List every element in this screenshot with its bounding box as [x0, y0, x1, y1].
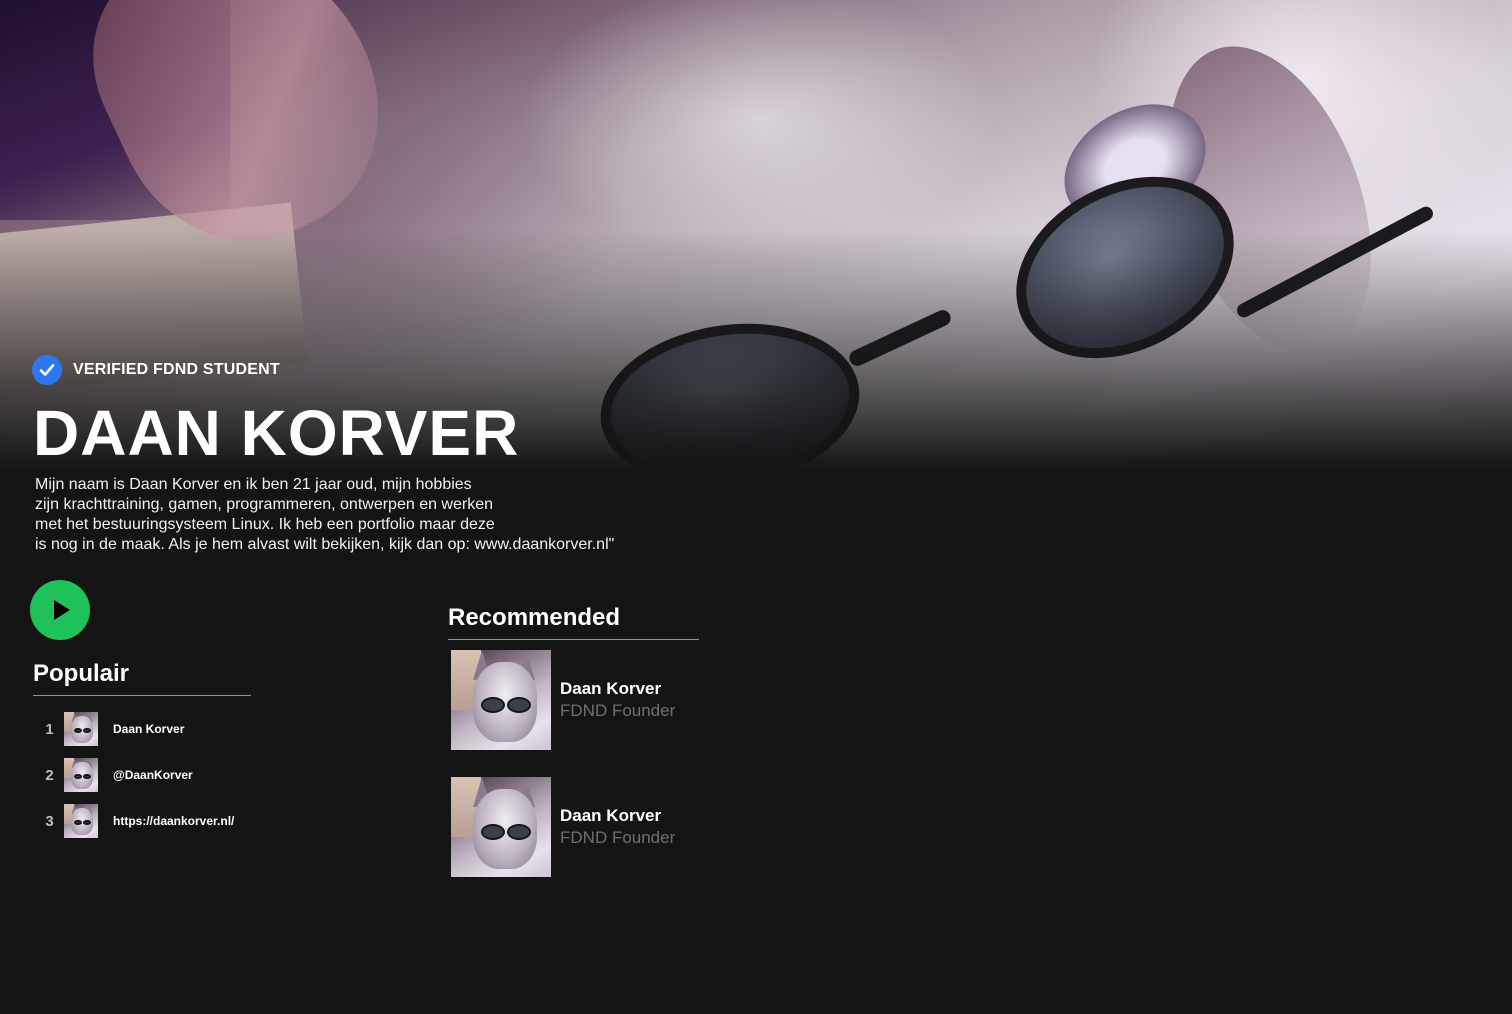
- bio-line: is nog in de maak. Als je hem alvast wil…: [35, 536, 615, 553]
- bio-line: met het bestuuringsysteem Linux. Ik heb …: [35, 516, 495, 533]
- play-button[interactable]: [30, 580, 90, 640]
- bio-line: zijn krachttraining, gamen, programmeren…: [35, 496, 494, 513]
- recommended-list: Daan Korver FDND Founder Daan Korver FDN…: [448, 650, 699, 877]
- recommended-name: Daan Korver: [560, 806, 662, 825]
- check-badge-icon: [32, 355, 62, 385]
- recommended-title: Recommended: [448, 604, 621, 631]
- popular-label: @DaanKorver: [113, 768, 193, 782]
- bio-line: Mijn naam is Daan Korver en ik ben 21 ja…: [35, 476, 472, 493]
- profile-name: DAAN KORVER: [33, 397, 520, 469]
- popular-rank: 1: [45, 720, 54, 738]
- popular-item[interactable]: 3 https://daankorver.nl/: [33, 798, 251, 844]
- recommended-underline: [448, 639, 699, 640]
- recommended-text: Daan Korver FDND Founder: [560, 678, 675, 722]
- popular-underline: [33, 695, 251, 696]
- verified-badge: VERIFIED FDND STUDENT: [32, 355, 280, 385]
- recommended-section: Recommended Daan Korver FDND Founder Daa…: [448, 604, 699, 904]
- popular-title: Populair: [33, 660, 130, 687]
- recommended-role: FDND Founder: [560, 828, 676, 847]
- profile-page: VERIFIED FDND STUDENT DAAN KORVER Mijn n…: [0, 0, 1512, 1014]
- popular-thumbnail: [64, 712, 98, 746]
- recommended-card[interactable]: Daan Korver FDND Founder: [451, 777, 699, 877]
- verified-label: VERIFIED FDND STUDENT: [73, 361, 280, 378]
- recommended-card[interactable]: Daan Korver FDND Founder: [451, 650, 699, 750]
- popular-thumbnail: [64, 804, 98, 838]
- recommended-name: Daan Korver: [560, 679, 662, 698]
- recommended-text: Daan Korver FDND Founder: [560, 805, 675, 849]
- popular-label: Daan Korver: [113, 722, 185, 736]
- popular-section: Populair 1 Daan Korver 2 @DaanKorver 3 h…: [33, 660, 251, 844]
- popular-item[interactable]: 2 @DaanKorver: [33, 752, 251, 798]
- popular-list: 1 Daan Korver 2 @DaanKorver 3 https://da…: [33, 706, 251, 844]
- recommended-thumbnail: [451, 650, 551, 750]
- recommended-role: FDND Founder: [560, 701, 676, 720]
- recommended-thumbnail: [451, 777, 551, 877]
- popular-rank: 2: [45, 766, 54, 784]
- popular-item[interactable]: 1 Daan Korver: [33, 706, 251, 752]
- popular-label: https://daankorver.nl/: [113, 814, 235, 828]
- popular-rank: 3: [45, 812, 54, 830]
- profile-bio: Mijn naam is Daan Korver en ik ben 21 ja…: [35, 475, 715, 555]
- play-icon: [54, 600, 70, 620]
- popular-thumbnail: [64, 758, 98, 792]
